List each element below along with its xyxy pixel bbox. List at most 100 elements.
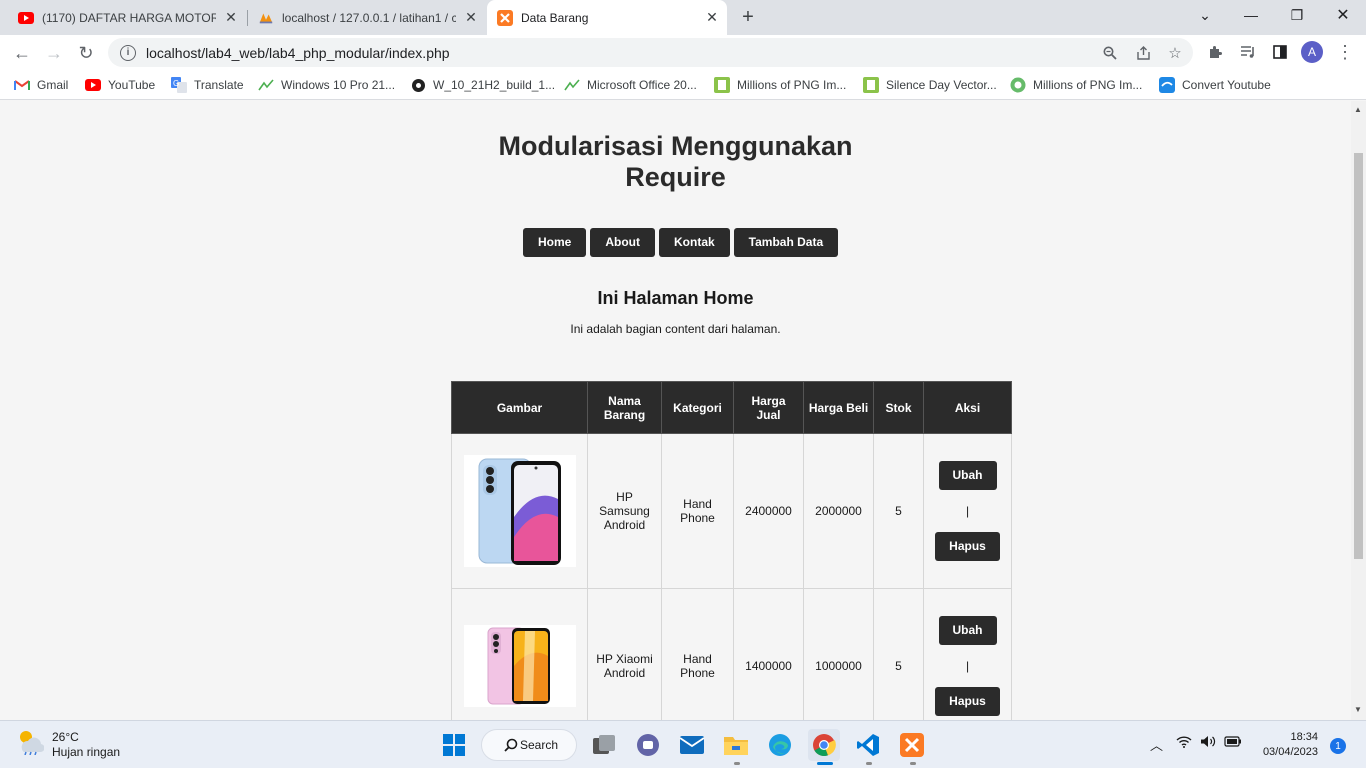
hapus-button[interactable]: Hapus (935, 687, 1000, 716)
ubah-button[interactable]: Ubah (938, 616, 997, 645)
extensions-icon[interactable] (1202, 39, 1228, 65)
bookmark-png-images-1[interactable]: Millions of PNG Im... (714, 76, 846, 94)
start-button[interactable] (438, 729, 470, 761)
bookmark-silence-day[interactable]: Silence Day Vector... (863, 76, 997, 94)
ubah-button[interactable]: Ubah (938, 461, 997, 490)
tab-search-icon[interactable]: ⌄ (1182, 0, 1228, 30)
hapus-button[interactable]: Hapus (935, 532, 1000, 561)
leaf-icon (564, 77, 580, 93)
browser-tab-phpmyadmin[interactable]: localhost / 127.0.0.1 / latihan1 / c ✕ (248, 0, 486, 35)
column-header: Aksi (923, 381, 1012, 434)
nav-tambah-data[interactable]: Tambah Data (733, 228, 839, 257)
column-header: Gambar (451, 381, 588, 434)
bookmark-gmail[interactable]: Gmail (14, 76, 68, 94)
page-scrollbar[interactable]: ▲ ▼ (1351, 101, 1366, 720)
restore-button[interactable]: ❐ (1274, 0, 1320, 30)
tab-title: localhost / 127.0.0.1 / latihan1 / c (282, 10, 456, 25)
minimize-button[interactable]: — (1228, 0, 1274, 30)
browser-tab-data-barang[interactable]: Data Barang ✕ (487, 0, 727, 35)
windows-taskbar: 26°C Hujan ringan Search ︿ 18:34 03/04/2… (0, 720, 1366, 768)
browser-toolbar: ← → ↻ i localhost/lab4_web/lab4_php_modu… (0, 35, 1366, 70)
notification-badge[interactable]: 1 (1330, 738, 1346, 754)
nav-kontak[interactable]: Kontak (659, 228, 730, 257)
address-bar[interactable]: i localhost/lab4_web/lab4_php_modular/in… (108, 38, 1193, 67)
tab-title: (1170) DAFTAR HARGA MOTOR T (42, 10, 216, 25)
product-image-cell (451, 433, 588, 589)
menu-kebab-icon[interactable]: ⋮ (1332, 39, 1358, 65)
scrollbar-thumb[interactable] (1354, 153, 1363, 559)
nama-barang-cell: HP Samsung Android (587, 433, 662, 589)
forward-button[interactable]: → (40, 39, 68, 67)
bookmark-windows-10[interactable]: Windows 10 Pro 21... (258, 76, 395, 94)
green-circle-icon (1010, 77, 1026, 93)
aksi-cell: Ubah | Hapus (923, 433, 1012, 589)
running-indicator (866, 762, 872, 765)
edge-icon[interactable] (764, 729, 796, 761)
column-header: Nama Barang (587, 381, 662, 434)
bookmark-w10-build[interactable]: W_10_21H2_build_1... (410, 76, 555, 94)
stok-cell: 5 (873, 588, 924, 720)
phpmyadmin-icon (258, 10, 274, 26)
file-explorer-icon[interactable] (720, 729, 752, 761)
site-info-icon[interactable]: i (120, 44, 136, 61)
translate-icon: G (171, 77, 187, 93)
scroll-up-arrow-icon[interactable]: ▲ (1354, 105, 1362, 114)
table-row: HP Xiaomi Android Hand Phone 1400000 100… (451, 588, 1012, 720)
harga-jual-cell: 1400000 (733, 588, 804, 720)
close-tab-icon[interactable]: ✕ (703, 9, 721, 27)
mail-icon[interactable] (676, 729, 708, 761)
bookmark-youtube[interactable]: YouTube (85, 76, 155, 94)
close-tab-icon[interactable]: ✕ (462, 9, 480, 27)
table-row: HP Samsung Android Hand Phone 2400000 20… (451, 433, 1012, 589)
nav-about[interactable]: About (590, 228, 655, 257)
action-separator: | (965, 659, 970, 673)
bookmark-star-icon[interactable]: ☆ (1163, 41, 1187, 65)
samsung-phone-image (463, 455, 576, 567)
chrome-icon[interactable] (808, 729, 840, 761)
running-indicator (910, 762, 916, 765)
task-view-icon[interactable] (588, 729, 620, 761)
png-icon (863, 77, 879, 93)
xampp-icon (497, 9, 513, 26)
tray-overflow-chevron-icon[interactable]: ︿ (1150, 735, 1163, 754)
data-barang-table: Gambar Nama Barang Kategori Harga Jual H… (451, 381, 1012, 720)
column-header: Kategori (661, 381, 734, 434)
bookmark-convert-youtube[interactable]: Convert Youtube (1159, 76, 1271, 94)
bookmark-png-images-2[interactable]: Millions of PNG Im... (1010, 76, 1142, 94)
close-tab-icon[interactable]: ✕ (222, 9, 240, 27)
youtube-icon (85, 77, 101, 93)
bookmark-translate[interactable]: G Translate (171, 76, 244, 94)
new-tab-button[interactable]: + (736, 5, 760, 29)
media-queue-icon[interactable] (1235, 39, 1261, 65)
wifi-icon[interactable] (1176, 735, 1192, 751)
profile-avatar[interactable]: A (1301, 41, 1323, 63)
close-window-button[interactable]: ✕ (1320, 0, 1366, 30)
aksi-cell: Ubah | Hapus (923, 588, 1012, 720)
xampp-icon[interactable] (896, 729, 928, 761)
battery-icon[interactable] (1224, 735, 1242, 750)
volume-icon[interactable] (1200, 735, 1216, 751)
teams-chat-icon[interactable] (632, 729, 664, 761)
url-text: localhost/lab4_web/lab4_php_modular/inde… (146, 44, 450, 61)
kategori-cell: Hand Phone (661, 433, 734, 589)
page-title: Modularisasi Menggunakan Require (498, 131, 853, 192)
side-panel-icon[interactable] (1267, 39, 1293, 65)
zoom-icon[interactable] (1098, 41, 1122, 65)
vscode-icon[interactable] (852, 729, 884, 761)
nav-home[interactable]: Home (523, 228, 587, 257)
browser-tab-youtube[interactable]: (1170) DAFTAR HARGA MOTOR T ✕ (8, 0, 246, 35)
reload-button[interactable]: ↻ (72, 39, 100, 67)
share-icon[interactable] (1131, 41, 1155, 65)
back-button[interactable]: ← (8, 39, 36, 67)
taskbar-clock[interactable]: 18:34 03/04/2023 (1256, 730, 1318, 760)
bookmarks-bar: Gmail YouTube G Translate Windows 10 Pro… (0, 70, 1366, 100)
harga-jual-cell: 2400000 (733, 433, 804, 589)
weather-widget[interactable]: 26°C Hujan ringan (16, 729, 120, 760)
bookmark-microsoft-office[interactable]: Microsoft Office 20... (564, 76, 697, 94)
tab-strip: (1170) DAFTAR HARGA MOTOR T ✕ localhost … (0, 0, 1366, 35)
scroll-down-arrow-icon[interactable]: ▼ (1354, 705, 1362, 714)
column-header: Harga Jual (733, 381, 804, 434)
content-title: Ini Halaman Home (597, 288, 754, 308)
taskbar-search[interactable]: Search (481, 729, 577, 761)
svg-text:G: G (173, 79, 179, 88)
